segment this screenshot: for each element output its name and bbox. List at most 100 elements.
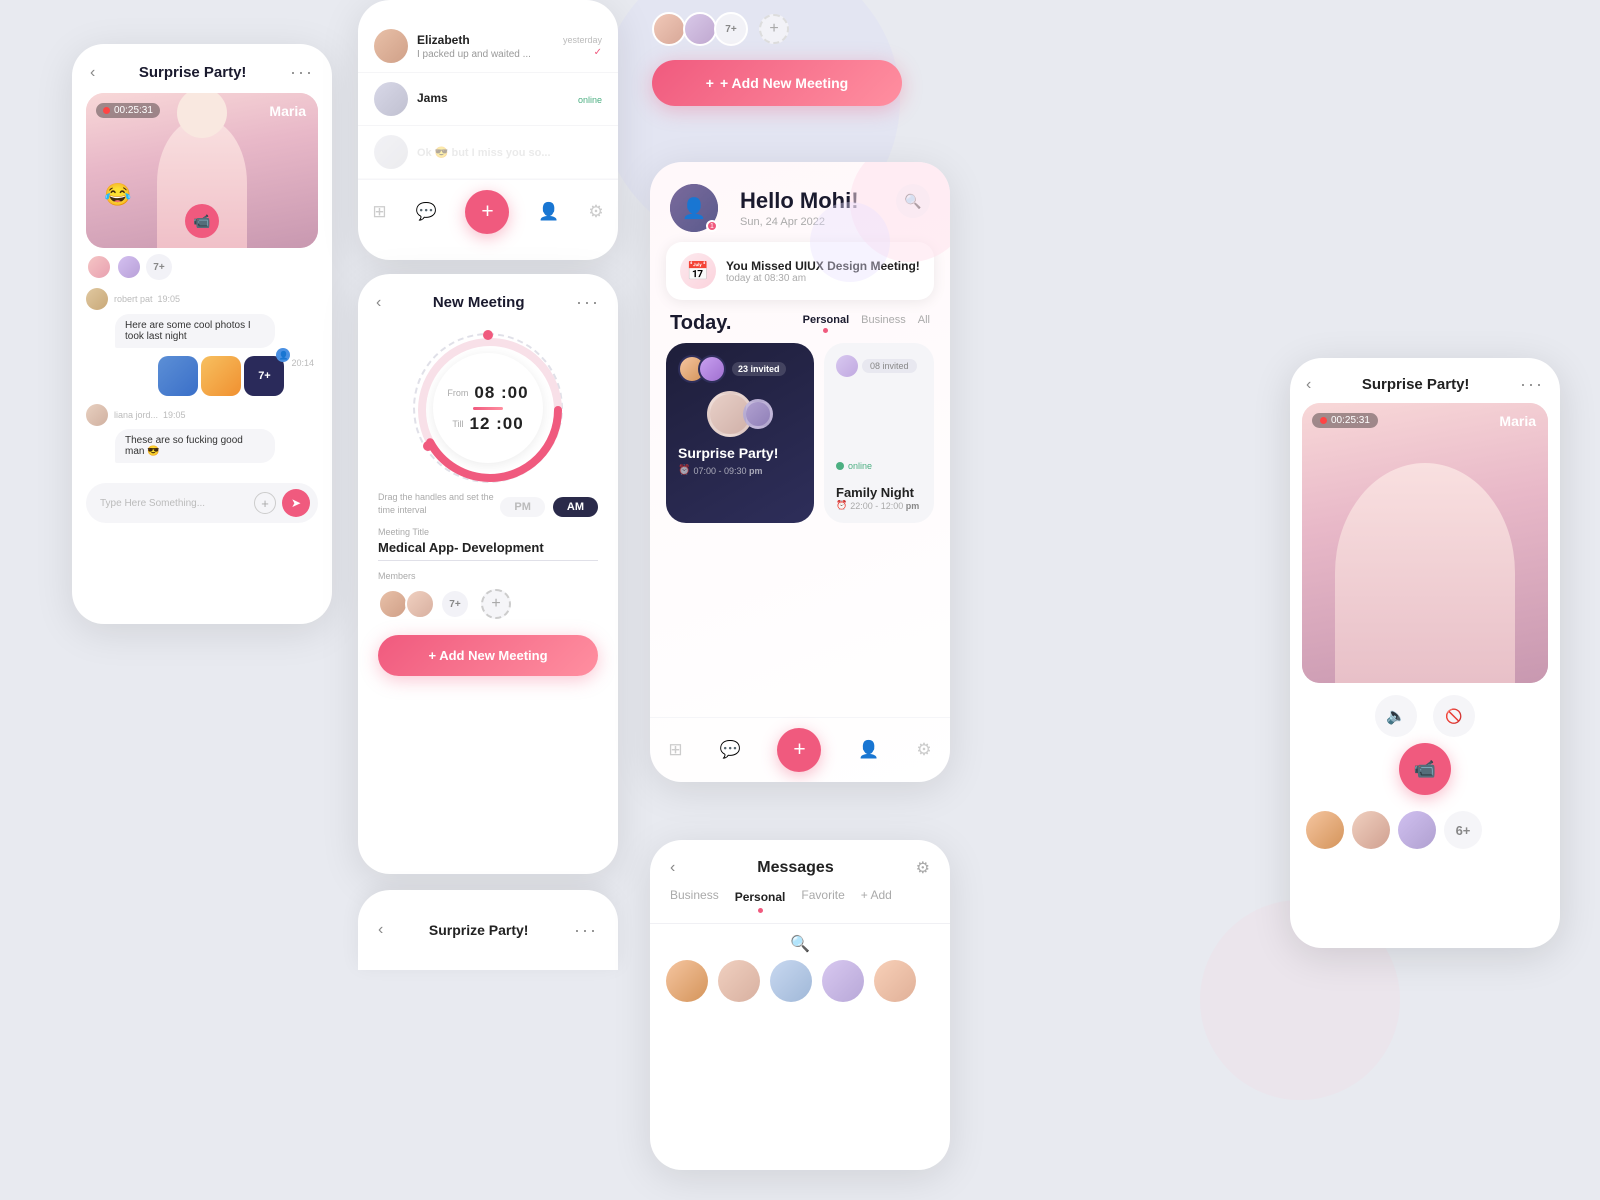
top-avatar-count: 7+ (714, 12, 748, 46)
tab-business[interactable]: Business (861, 314, 906, 333)
add-meeting-floating-button[interactable]: + + Add New Meeting (652, 60, 902, 106)
chat-send-button[interactable]: ➤ (282, 489, 310, 517)
user-avatar: 👤 1 (670, 184, 718, 232)
ampm-toggle: PM AM (500, 497, 598, 517)
pm-button[interactable]: PM (500, 497, 545, 517)
contact-4[interactable] (822, 960, 864, 1002)
cam-fab-row: 📹 (1290, 743, 1560, 795)
nav-add-button[interactable]: + (777, 728, 821, 772)
nav-person-icon[interactable]: 👤 (858, 740, 879, 760)
tab-business[interactable]: Business (670, 888, 719, 913)
chat-input-placeholder[interactable]: Type Here Something... (100, 498, 248, 509)
menu-button[interactable]: ··· (1520, 374, 1544, 395)
nav-settings-icon[interactable]: ⚙ (588, 202, 603, 222)
contact-2[interactable] (718, 960, 760, 1002)
message-item-faded[interactable]: Ok 😎 but I miss you so... (358, 126, 618, 179)
faded-info: Ok 😎 but I miss you so... (417, 146, 602, 159)
nav-settings-icon[interactable]: ⚙ (916, 740, 931, 760)
speaker-icon: 🔈 (1386, 706, 1406, 726)
tab-personal-dot (823, 328, 828, 333)
elizabeth-info: Elizabeth I packed up and waited ... (417, 33, 554, 60)
elizabeth-avatar (374, 29, 408, 63)
messages-tabs: Business Personal Favorite + Add (650, 888, 950, 924)
nav-grid-icon[interactable]: ⊞ (372, 202, 386, 222)
camera-off-button[interactable]: 🚫 (1433, 695, 1475, 737)
back-button[interactable]: ‹ (376, 294, 381, 312)
participant-avatar-2 (1352, 811, 1390, 849)
right-video-area: 00:25:31 Maria (1302, 403, 1548, 683)
jams-time: online (578, 95, 602, 105)
contact-5[interactable] (874, 960, 916, 1002)
contact-3[interactable] (770, 960, 812, 1002)
participant-avatar-2 (116, 254, 142, 280)
video-cam-button[interactable]: 📹 (185, 204, 219, 238)
bottom-nav-bar: ⊞ 💬 + 👤 ⚙ (650, 717, 950, 782)
contact-1[interactable] (666, 960, 708, 1002)
search-icon[interactable]: 🔍 (790, 934, 810, 954)
back-button[interactable]: ‹ (90, 64, 95, 82)
speaker-button[interactable]: 🔈 (1375, 695, 1417, 737)
back-button[interactable]: ‹ (670, 859, 675, 877)
menu-button[interactable]: ··· (290, 62, 314, 83)
tab-all[interactable]: All (918, 314, 930, 333)
nav-chat-icon[interactable]: 💬 (719, 740, 740, 760)
messages-top-card: Elizabeth I packed up and waited ... yes… (358, 0, 618, 260)
tab-personal[interactable]: Personal (803, 314, 849, 333)
am-button[interactable]: AM (553, 497, 598, 517)
tab-personal[interactable]: Personal (735, 888, 786, 913)
messages-header: ‹ Messages ⚙ (650, 840, 950, 888)
faded-avatar (374, 135, 408, 169)
participants-row: 7+ (72, 248, 332, 284)
family-online: online (848, 461, 872, 471)
event-card-family[interactable]: 08 invited online Family Night ⏰ 22:00 -… (824, 343, 934, 523)
event-cards-row: 23 invited Surprise Party! ⏰ 07:00 - 09:… (650, 343, 950, 523)
chat-input-bar[interactable]: Type Here Something... + ➤ (86, 483, 318, 523)
add-participant-button[interactable]: + (759, 14, 789, 44)
tab-favorite[interactable]: Favorite (801, 888, 844, 913)
clock-dot-top[interactable] (483, 330, 493, 340)
rec-dot (1320, 417, 1327, 424)
chat-add-button[interactable]: + (254, 492, 276, 514)
nav-grid-icon[interactable]: ⊞ (668, 740, 682, 760)
meeting-title-label: Meeting Title (378, 527, 598, 537)
event-time: ⏰ 07:00 - 09:30 pm (678, 465, 802, 476)
message-item-elizabeth[interactable]: Elizabeth I packed up and waited ... yes… (358, 20, 618, 73)
more-participants[interactable]: 6+ (1444, 811, 1482, 849)
menu-button[interactable]: ··· (576, 292, 600, 313)
tab-add[interactable]: + Add (861, 888, 892, 913)
filter-button[interactable]: ⚙ (916, 858, 930, 878)
dashboard-card: 👤 1 Hello Mohi! Sun, 24 Apr 2022 🔍 📅 You… (650, 162, 950, 782)
add-meeting-button[interactable]: + Add New Meeting (378, 635, 598, 676)
person-silhouette (1335, 463, 1515, 683)
back-button-bottom[interactable]: ‹ (378, 921, 383, 939)
event-card-surprise[interactable]: 23 invited Surprise Party! ⏰ 07:00 - 09:… (666, 343, 814, 523)
bottom-nav: ⊞ 💬 + 👤 ⚙ (358, 179, 618, 244)
participant-count: 7+ (146, 254, 172, 280)
missed-time: today at 08:30 am (726, 273, 920, 284)
cam-button[interactable]: 📹 (1399, 743, 1451, 795)
sender2-row: liana jord... 19:05 (86, 404, 318, 426)
jams-avatar (374, 82, 408, 116)
nav-person-icon[interactable]: 👤 (538, 202, 559, 222)
add-meeting-float-label: + Add New Meeting (720, 75, 848, 91)
photo-time: 20:14 (291, 358, 314, 368)
video-timer: 00:25:31 (96, 103, 160, 118)
nav-add-button[interactable]: + (465, 190, 509, 234)
surprise-party-right-card: ‹ Surprise Party! ··· 00:25:31 Maria 🔈 🚫… (1290, 358, 1560, 948)
menu-button-bottom[interactable]: ··· (574, 920, 598, 941)
video-thumbnail: 00:25:31 Maria 📹 😂 (86, 93, 318, 248)
event-avatar-2 (698, 355, 726, 383)
clock-dot-bottom[interactable] (423, 441, 433, 451)
chat-card: ‹ Surprise Party! ··· 00:25:31 Maria 📹 😂… (72, 44, 332, 624)
faded-name: Ok 😎 but I miss you so... (417, 146, 602, 159)
contact-5-avatar (874, 960, 916, 1002)
message-item-jams[interactable]: Jams online (358, 73, 618, 126)
meeting-title-value[interactable]: Medical App- Development (378, 540, 598, 561)
event-title: Surprise Party! (678, 445, 802, 461)
add-member-button[interactable]: + (481, 589, 511, 619)
message-bubble: Here are some cool photos I took last ni… (115, 314, 275, 348)
nav-chat-icon[interactable]: 💬 (415, 202, 436, 222)
back-button[interactable]: ‹ (1306, 376, 1311, 394)
tab-personal-label: Personal (735, 890, 786, 904)
surprize-title: Surprize Party! (429, 922, 529, 938)
